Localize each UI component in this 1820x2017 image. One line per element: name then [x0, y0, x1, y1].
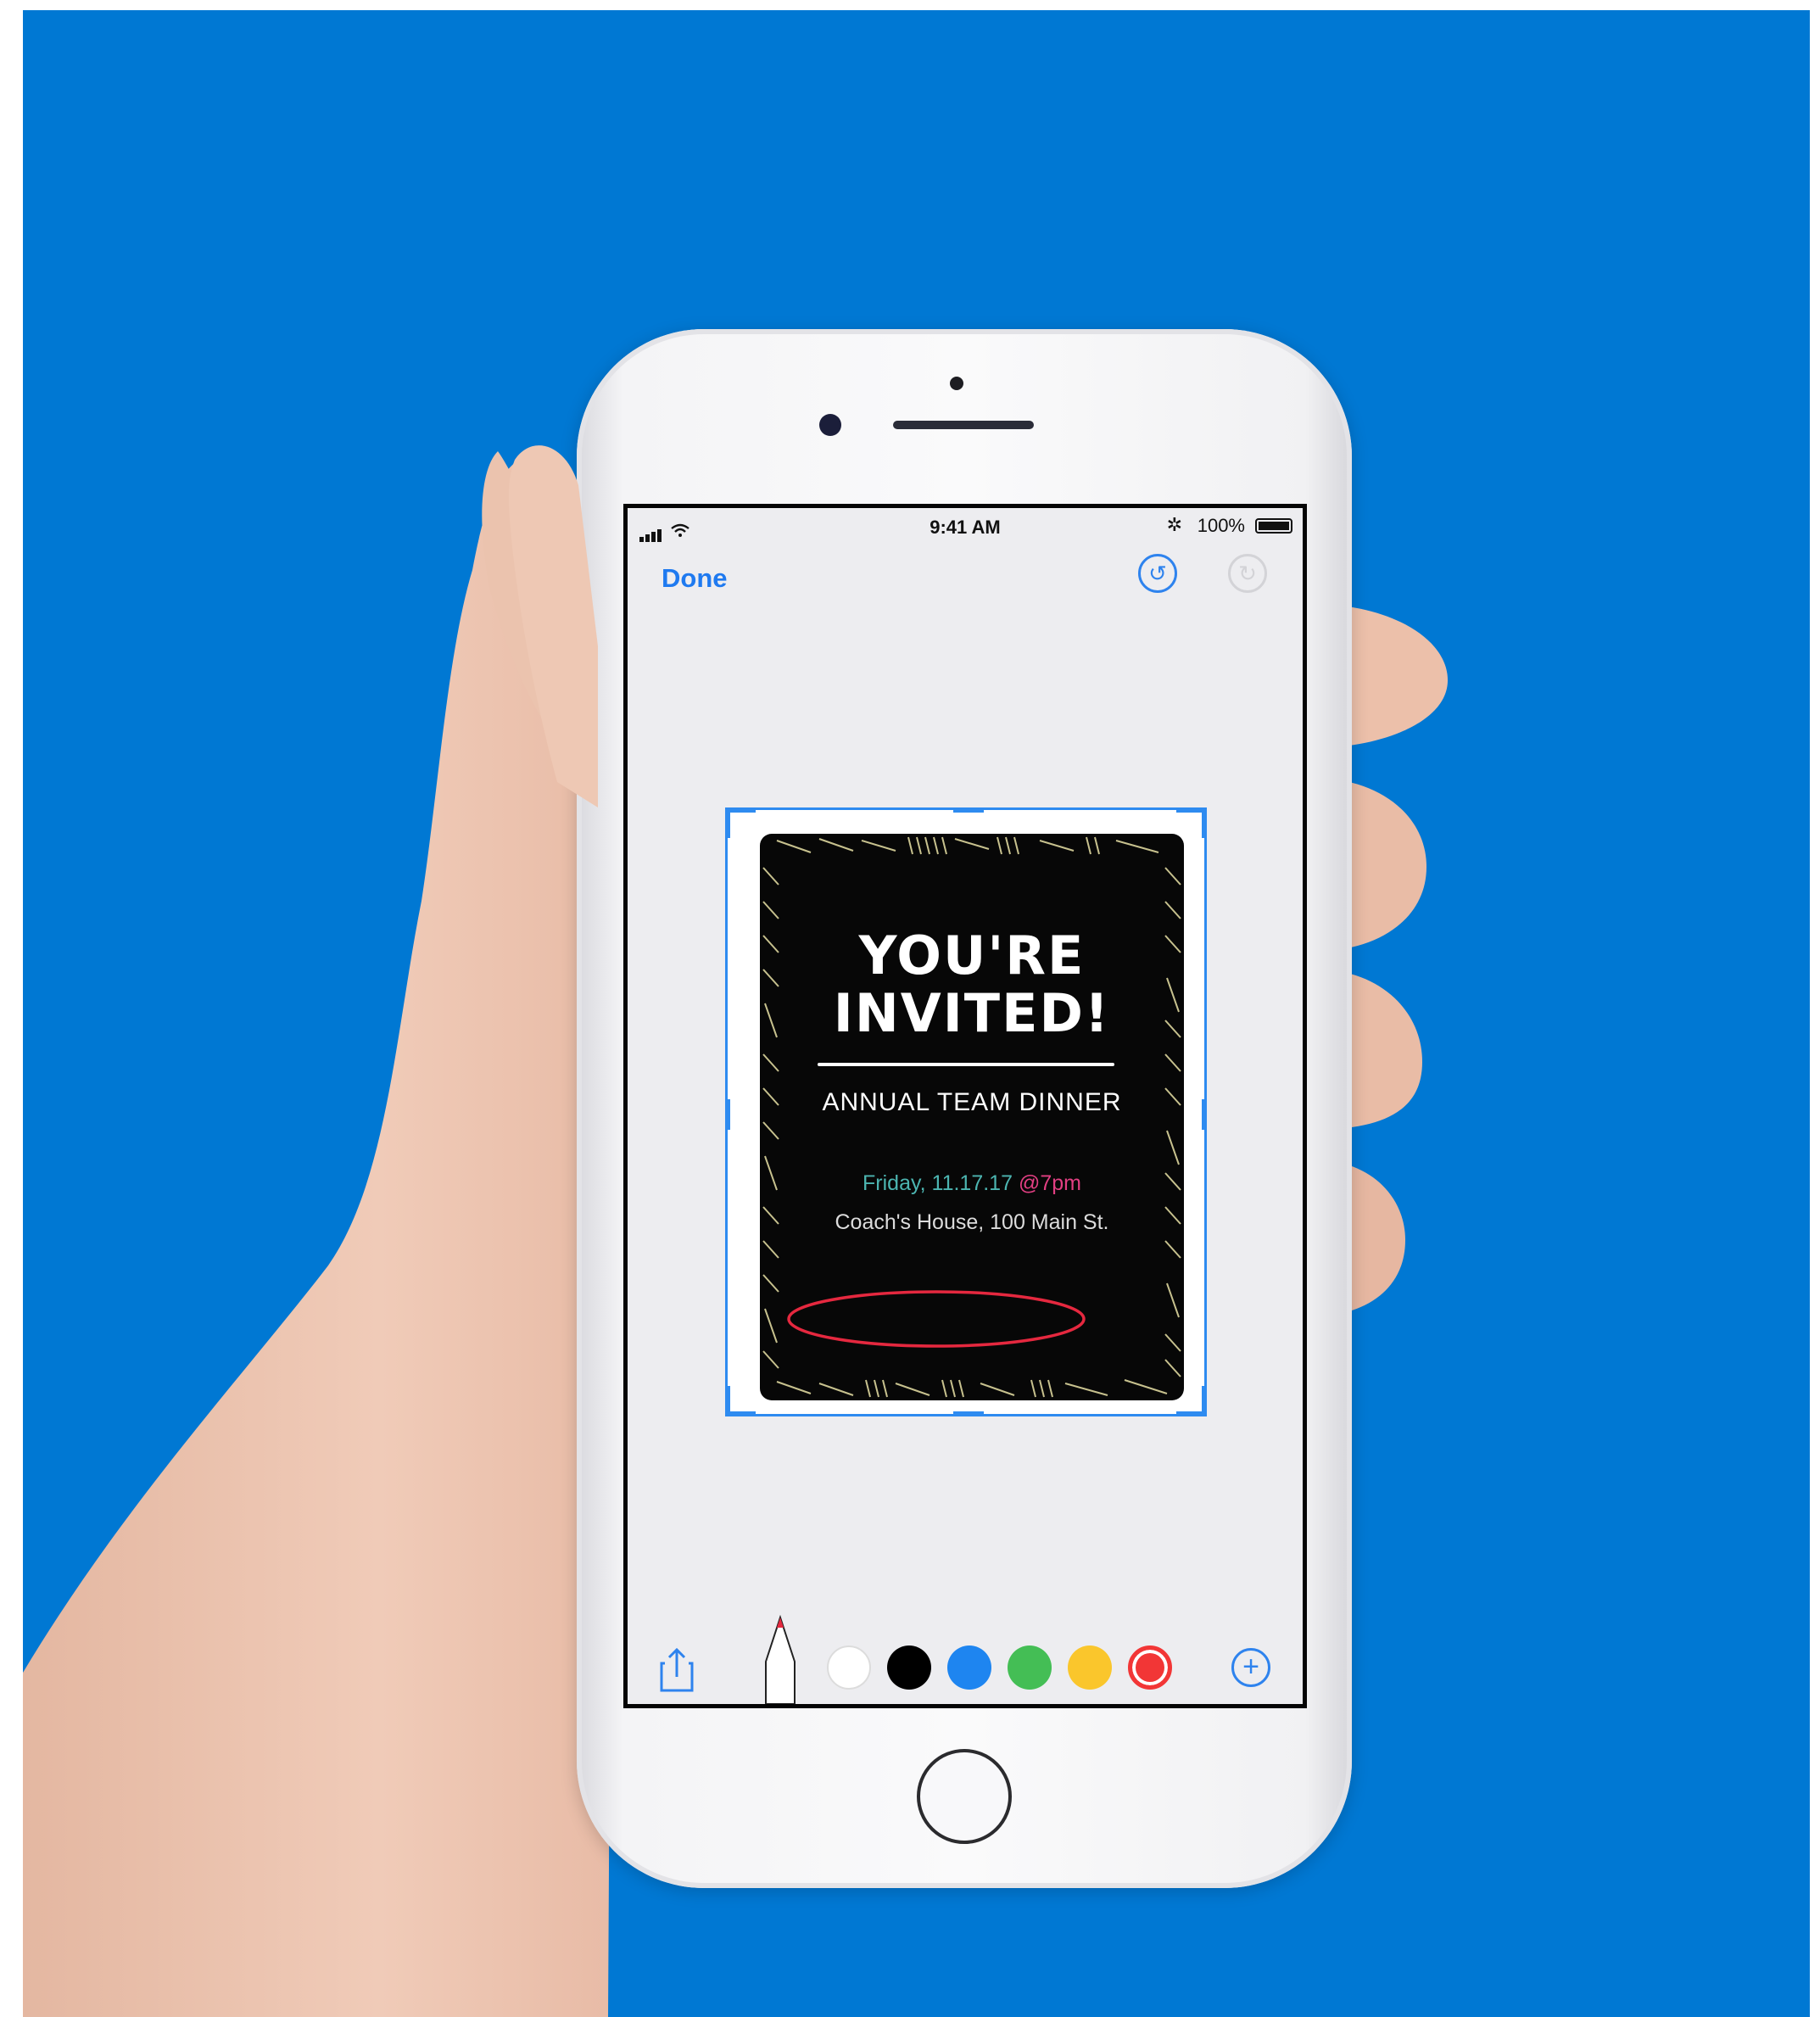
- crop-handle-top[interactable]: [953, 807, 984, 813]
- color-swatch-white[interactable]: [827, 1645, 871, 1690]
- invitation-event: ANNUAL TEAM DINNER: [822, 1088, 1122, 1116]
- add-icon[interactable]: +: [1231, 1648, 1270, 1687]
- crop-handle-top-left-vertical[interactable]: [725, 807, 730, 838]
- redo-icon[interactable]: ↻: [1228, 554, 1267, 593]
- thumb-illustration: [508, 445, 598, 807]
- invitation-datetime: Friday, 11.17.17 @7pm: [760, 1171, 1184, 1196]
- undo-icon[interactable]: ↺: [1138, 554, 1177, 593]
- iphone-device: 9:41 AM ✲ 100% Done ↺ ↻ YOU'RE INVITED! …: [577, 329, 1352, 1888]
- invitation-title-line1: YOU'RE: [858, 925, 1086, 986]
- blue-backdrop: 9:41 AM ✲ 100% Done ↺ ↻ YOU'RE INVITED! …: [23, 10, 1810, 2017]
- bluetooth-icon: ✲: [1166, 514, 1182, 535]
- done-button[interactable]: Done: [662, 563, 728, 594]
- color-swatch-green[interactable]: [1008, 1645, 1052, 1690]
- title-underline: [818, 1063, 1114, 1066]
- invitation-title: YOU'RE INVITED!: [760, 927, 1184, 1042]
- battery-icon: [1255, 518, 1292, 534]
- color-swatch-blue[interactable]: [947, 1645, 991, 1690]
- crop-handle-top-right-vertical[interactable]: [1202, 807, 1207, 838]
- color-swatch-red[interactable]: [1128, 1645, 1172, 1690]
- crop-handle-bottom-right-vertical[interactable]: [1202, 1386, 1207, 1416]
- phone-screen: 9:41 AM ✲ 100% Done ↺ ↻ YOU'RE INVITED! …: [623, 504, 1307, 1708]
- proximity-sensor: [950, 377, 963, 390]
- pen-icon[interactable]: [759, 1611, 801, 1704]
- invitation-address: Coach's House, 100 Main St.: [835, 1210, 1109, 1234]
- markup-toolbar: +: [628, 1611, 1303, 1704]
- crop-handle-bottom[interactable]: [953, 1411, 984, 1416]
- crop-handle-bottom-left-vertical[interactable]: [725, 1386, 730, 1416]
- crop-frame[interactable]: YOU'RE INVITED! ANNUAL TEAM DINNER Frida…: [725, 807, 1207, 1416]
- red-ellipse-annotation[interactable]: [785, 1283, 1091, 1355]
- invitation-time: @7pm: [1018, 1171, 1081, 1195]
- color-swatch-yellow[interactable]: [1068, 1645, 1112, 1690]
- invitation-date: Friday, 11.17.17: [863, 1171, 1013, 1195]
- invitation-card: YOU'RE INVITED! ANNUAL TEAM DINNER Frida…: [760, 834, 1184, 1400]
- crop-handle-left[interactable]: [725, 1099, 730, 1130]
- front-camera: [819, 414, 841, 436]
- color-swatch-black[interactable]: [887, 1645, 931, 1690]
- home-button[interactable]: [917, 1749, 1012, 1844]
- battery-percentage: 100%: [1197, 515, 1245, 536]
- crop-handle-right[interactable]: [1202, 1099, 1207, 1130]
- status-bar: 9:41 AM ✲ 100%: [628, 508, 1303, 545]
- invitation-title-line2: INVITED!: [833, 982, 1111, 1044]
- share-icon[interactable]: [660, 1646, 694, 1692]
- earpiece-speaker: [893, 421, 1034, 429]
